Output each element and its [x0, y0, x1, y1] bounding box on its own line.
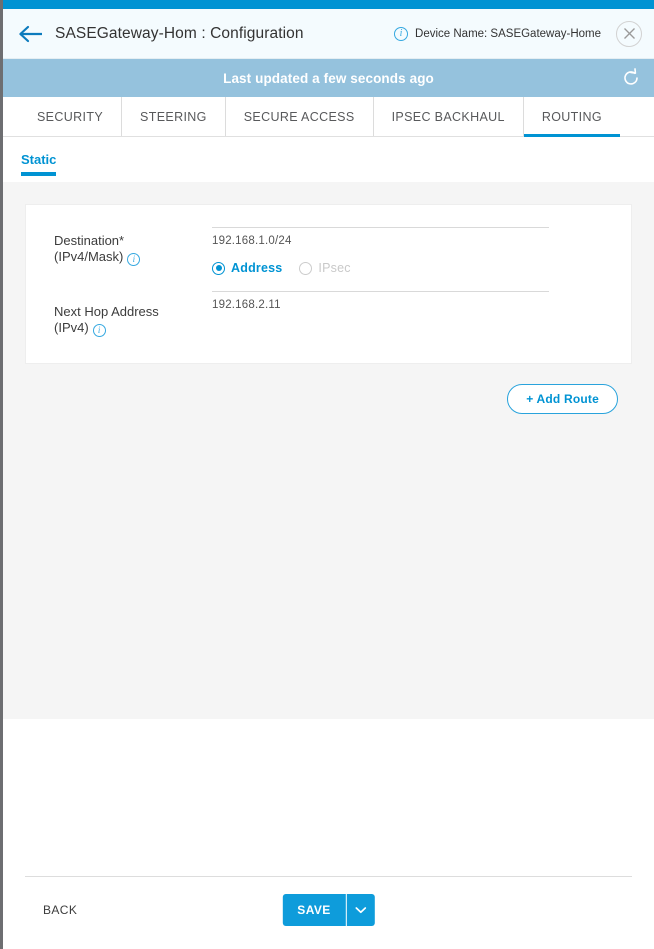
- next-hop-input[interactable]: 192.168.2.11: [212, 291, 549, 311]
- destination-label: Destination* (IPv4/Mask) i: [54, 233, 204, 266]
- sub-tabbar: Static: [3, 137, 654, 182]
- header-right-group: i Device Name: SASEGateway-Home: [394, 20, 642, 47]
- tab-secure-access[interactable]: SECURE ACCESS: [226, 97, 374, 136]
- tab-label: SECURE ACCESS: [243, 109, 355, 124]
- tab-label: IPSEC BACKHAUL: [391, 109, 505, 124]
- destination-value: 192.168.1.0/24: [212, 235, 292, 247]
- field-labels-column: Destination* (IPv4/Mask) i Next Hop Addre…: [54, 227, 204, 337]
- next-hop-label-line2: (IPv4): [54, 320, 89, 335]
- next-hop-value: 192.168.2.11: [212, 299, 281, 311]
- next-hop-label: Next Hop Address (IPv4) i: [54, 304, 204, 337]
- routing-content-area: Destination* (IPv4/Mask) i Next Hop Addre…: [3, 182, 654, 719]
- destination-input[interactable]: 192.168.1.0/24: [212, 227, 549, 247]
- back-arrow-icon[interactable]: [17, 23, 45, 45]
- refresh-icon[interactable]: [620, 67, 642, 89]
- last-updated-text: Last updated a few seconds ago: [223, 70, 434, 86]
- radio-label-address: Address: [231, 261, 283, 275]
- destination-label-line2: (IPv4/Mask): [54, 249, 124, 264]
- radio-mark-ipsec[interactable]: [299, 261, 313, 275]
- radio-option-ipsec[interactable]: IPsec: [299, 261, 350, 275]
- top-accent-strip: [3, 0, 654, 9]
- subtab-static[interactable]: Static: [21, 137, 66, 182]
- tab-label: ROUTING: [541, 109, 602, 124]
- next-hop-label-line1: Next Hop Address: [54, 304, 159, 319]
- tab-routing[interactable]: ROUTING: [523, 97, 621, 137]
- add-route-row: + Add Route: [25, 384, 632, 414]
- info-icon[interactable]: i: [394, 26, 409, 41]
- static-route-card: Destination* (IPv4/Mask) i Next Hop Addre…: [25, 204, 632, 364]
- radio-mark-address[interactable]: [212, 261, 225, 275]
- save-button[interactable]: SAVE: [282, 893, 347, 926]
- chevron-down-icon[interactable]: [347, 894, 375, 926]
- tab-security[interactable]: SECURITY: [19, 97, 123, 136]
- add-route-button[interactable]: + Add Route: [507, 384, 618, 414]
- tab-label: SECURITY: [37, 109, 104, 124]
- destination-info-icon[interactable]: i: [127, 253, 141, 266]
- back-button[interactable]: BACK: [43, 903, 77, 917]
- field-inputs-column: 192.168.1.0/24 Address IPsec 192.168.2.1…: [204, 227, 549, 311]
- save-button-group[interactable]: SAVE: [282, 893, 375, 926]
- radio-option-address[interactable]: Address: [212, 261, 282, 275]
- next-hop-type-radio-group: Address IPsec: [212, 261, 549, 275]
- device-name-label: Device Name: SASEGateway-Home: [415, 27, 601, 40]
- page-title: SASEGateway-Hom : Configuration: [55, 24, 304, 42]
- tab-steering[interactable]: STEERING: [122, 97, 226, 136]
- tab-label: STEERING: [140, 109, 207, 124]
- subtab-label: Static: [21, 152, 57, 167]
- close-icon[interactable]: [616, 20, 642, 47]
- footer-bar: BACK SAVE: [25, 876, 632, 942]
- radio-label-ipsec: IPsec: [318, 261, 351, 275]
- footer-spacer: [3, 719, 654, 876]
- next-hop-info-icon[interactable]: i: [92, 324, 106, 337]
- configuration-window: SASEGateway-Hom : Configuration i Device…: [0, 0, 654, 949]
- main-tabbar: SECURITY STEERING SECURE ACCESS IPSEC BA…: [3, 97, 654, 137]
- last-updated-strip: Last updated a few seconds ago: [3, 59, 654, 97]
- page-header: SASEGateway-Hom : Configuration i Device…: [3, 9, 654, 59]
- tab-ipsec-backhaul[interactable]: IPSEC BACKHAUL: [374, 97, 524, 136]
- destination-label-line1: Destination*: [54, 233, 125, 248]
